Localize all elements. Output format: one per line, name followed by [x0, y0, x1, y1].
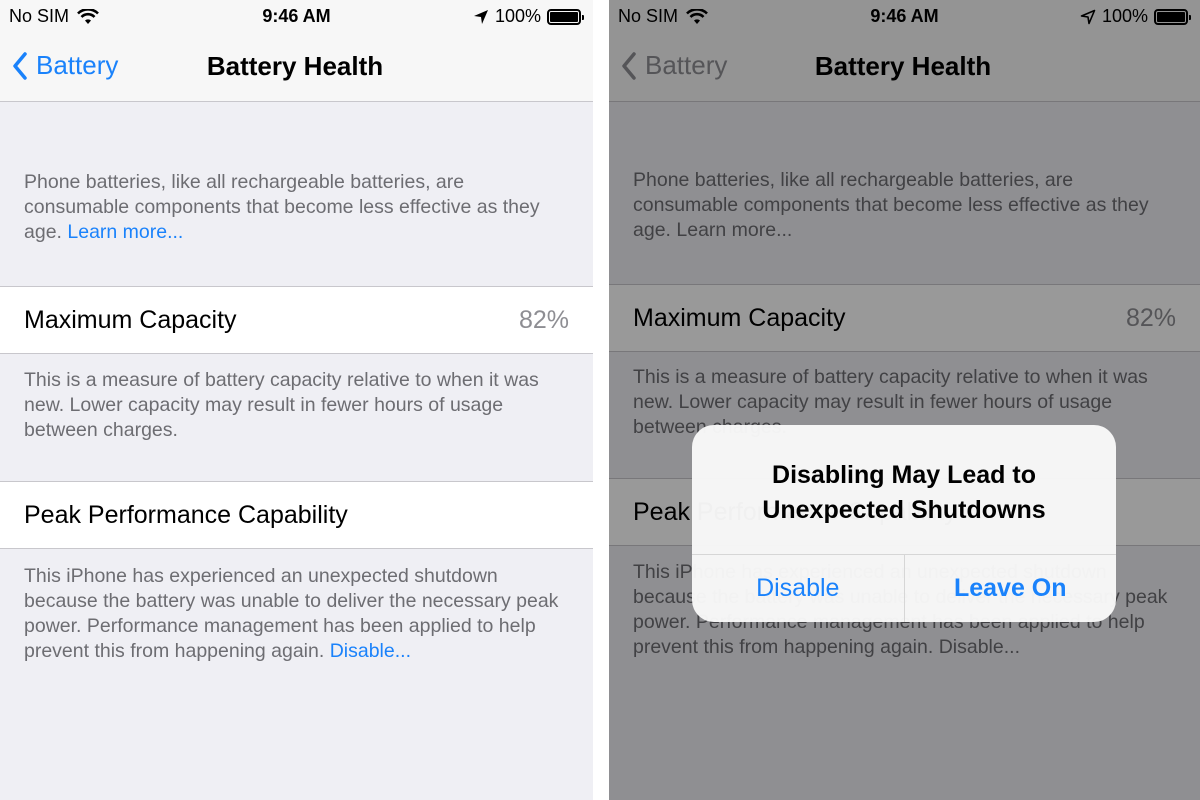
learn-more-link[interactable]: Learn more... [67, 221, 183, 243]
alert-button-row: Disable Leave On [692, 554, 1116, 622]
disable-link[interactable]: Disable... [330, 640, 411, 662]
alert-dialog: Disabling May Lead to Unexpected Shutdow… [692, 425, 1116, 622]
peak-performance-footer: This iPhone has experienced an unexpecte… [24, 565, 559, 662]
page-title: Battery Health [206, 51, 384, 81]
status-bar: No SIM 9:46 AM 100% [0, 0, 593, 34]
peak-performance-label: Peak Performance Capability [24, 501, 348, 529]
navigation-bar: Battery Battery Health [0, 34, 593, 102]
maximum-capacity-row: Maximum Capacity 82% [0, 286, 593, 354]
alert-disable-button[interactable]: Disable [692, 555, 904, 622]
maximum-capacity-footer: This is a measure of battery capacity re… [24, 369, 539, 441]
location-arrow-icon [473, 9, 488, 24]
maximum-capacity-label: Maximum Capacity [24, 306, 237, 334]
battery-health-screen-with-alert: No SIM 9:46 AM 100% Battery Battery Heal… [609, 0, 1200, 800]
modal-dim-overlay [609, 0, 1200, 800]
alert-leave-on-button[interactable]: Leave On [903, 555, 1117, 622]
battery-percent: 100% [494, 6, 541, 26]
maximum-capacity-value: 82% [518, 306, 569, 334]
alert-title: Disabling May Lead to Unexpected Shutdow… [762, 461, 1046, 524]
intro-text: Phone batteries, like all rechargeable b… [24, 171, 540, 243]
peak-performance-row: Peak Performance Capability [0, 481, 593, 549]
battery-icon [547, 8, 584, 25]
battery-health-screen: No SIM 9:46 AM 100% Battery Battery Heal… [0, 0, 593, 800]
